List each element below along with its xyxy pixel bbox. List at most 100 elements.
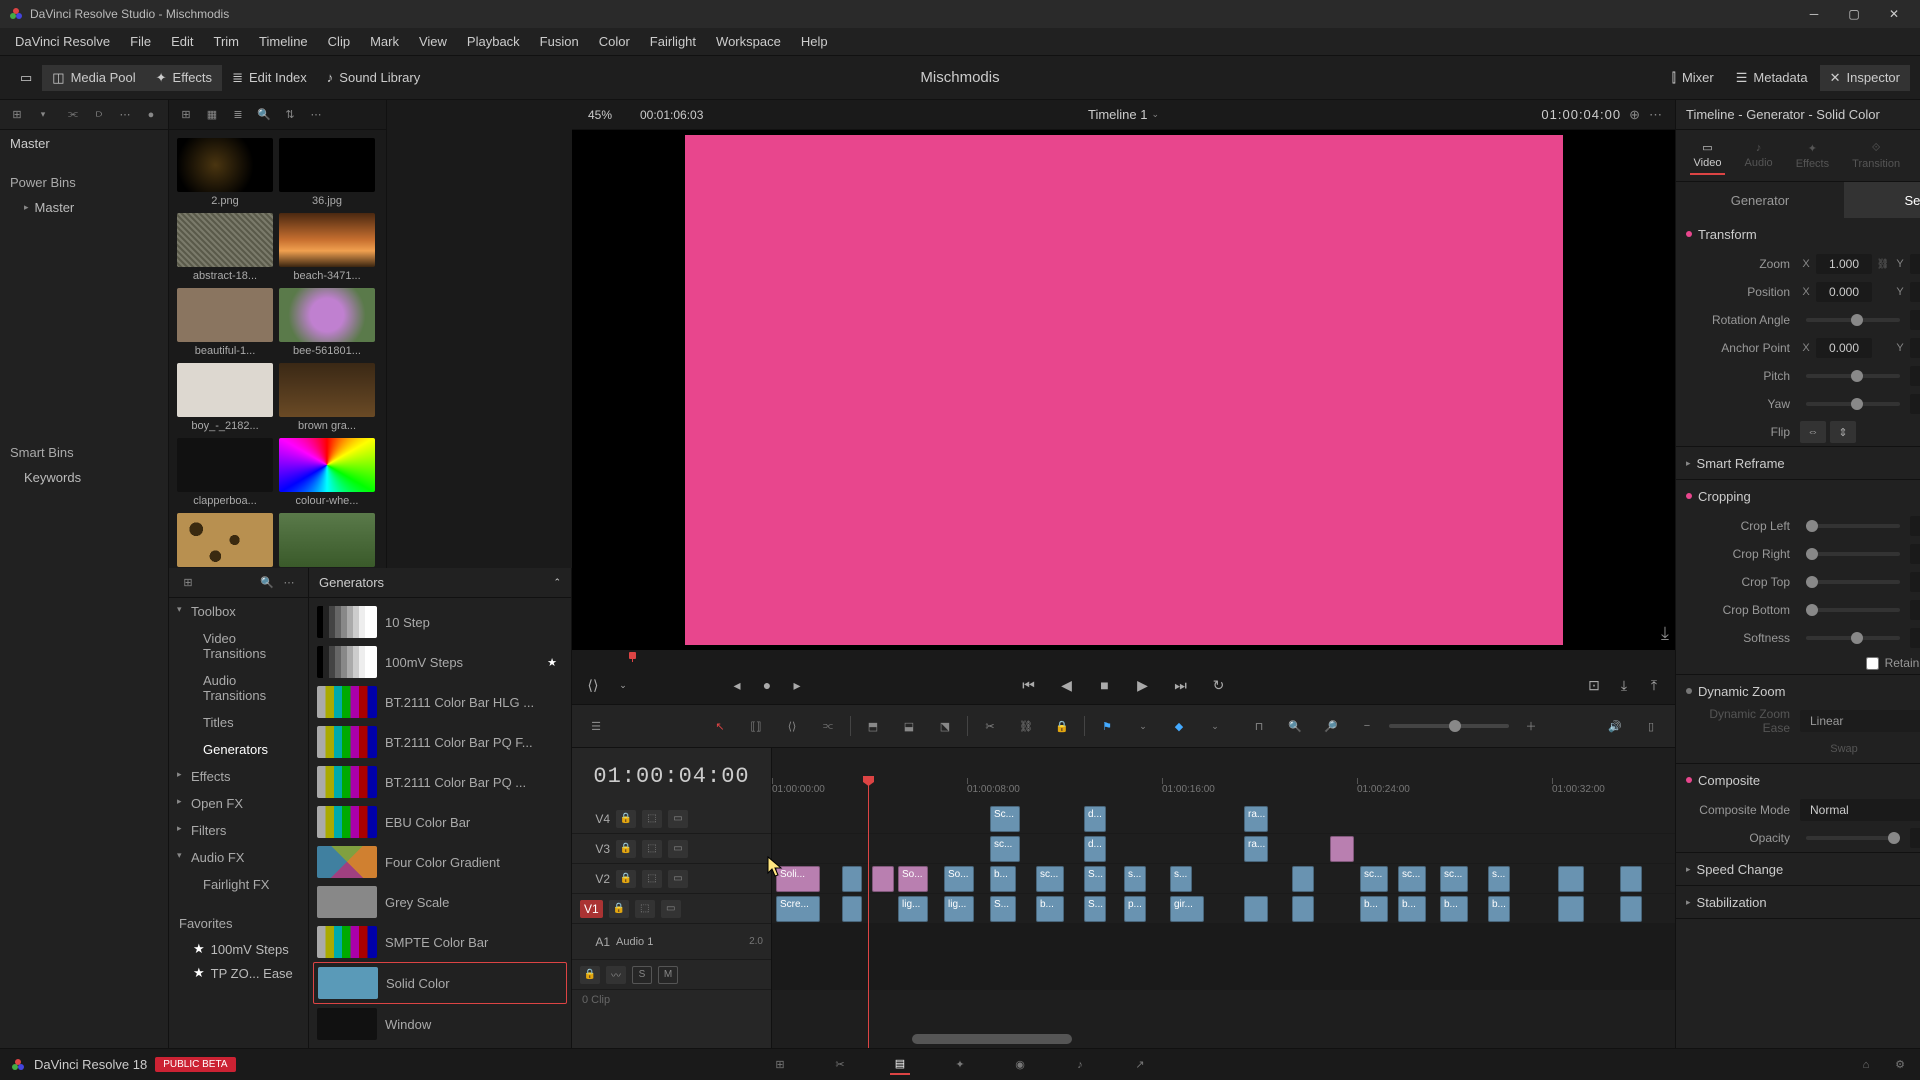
generator-item[interactable]: Grey Scale bbox=[313, 882, 567, 922]
clip[interactable] bbox=[1558, 866, 1584, 892]
crop-right-input[interactable] bbox=[1910, 544, 1920, 564]
lock-icon[interactable]: 🔒 bbox=[616, 840, 636, 858]
bin-dot-icon[interactable]: ● bbox=[140, 104, 162, 126]
transform-header[interactable]: Transform bbox=[1698, 227, 1757, 242]
speed-change-header[interactable]: Speed Change bbox=[1697, 862, 1784, 877]
grid-view-icon[interactable]: ⊞ bbox=[175, 104, 197, 126]
thumbnail[interactable]: boy_-_2182... bbox=[177, 363, 273, 432]
generator-item[interactable]: EBU Color Bar bbox=[313, 802, 567, 842]
yaw-input[interactable] bbox=[1910, 394, 1920, 414]
track-header-a1[interactable]: A1Audio 12.0 bbox=[572, 924, 771, 960]
clip[interactable]: s... bbox=[1170, 866, 1192, 892]
stabilization-header[interactable]: Stabilization bbox=[1697, 895, 1767, 910]
tc-more-icon[interactable]: ⋯ bbox=[1649, 107, 1663, 122]
thumbnail[interactable]: beautiful-1... bbox=[177, 288, 273, 357]
stop-button[interactable]: ■ bbox=[1092, 672, 1118, 698]
audio-curve-icon[interactable]: 〰 bbox=[606, 966, 626, 984]
edit-page-icon[interactable]: ▤ bbox=[890, 1055, 910, 1075]
thumbnail[interactable]: desert-471... bbox=[177, 513, 273, 568]
razor-icon[interactable]: ✂ bbox=[976, 712, 1004, 740]
effects-tab[interactable]: ✦Effects bbox=[146, 65, 222, 91]
deliver-page-icon[interactable]: ↗ bbox=[1130, 1055, 1150, 1075]
favorite-item[interactable]: ★100mV Steps bbox=[169, 937, 308, 961]
loop-button[interactable]: ↻ bbox=[1206, 672, 1232, 698]
section-dot-icon[interactable] bbox=[1686, 493, 1692, 499]
crop-bottom-slider[interactable] bbox=[1806, 608, 1900, 612]
bin-dropdown-icon[interactable]: ▾ bbox=[32, 104, 54, 126]
clip[interactable]: Soli... bbox=[776, 866, 820, 892]
clip[interactable]: ra... bbox=[1244, 806, 1268, 832]
clip[interactable]: S... bbox=[990, 896, 1016, 922]
collapse-icon[interactable]: ⌃ bbox=[553, 577, 561, 588]
clip[interactable]: Scre... bbox=[776, 896, 820, 922]
lock-icon[interactable]: 🔒 bbox=[616, 810, 636, 828]
inspector-tab-effects[interactable]: ✦Effects bbox=[1792, 138, 1833, 174]
audio-lock-icon[interactable]: 🔒 bbox=[580, 966, 600, 984]
metadata-tab[interactable]: ☰Metadata bbox=[1726, 65, 1818, 91]
softness-slider[interactable] bbox=[1806, 636, 1900, 640]
sort-icon[interactable]: ⇅ bbox=[279, 104, 301, 126]
master-bin[interactable]: Master bbox=[0, 130, 168, 157]
trim-tool[interactable]: ⟦⟧ bbox=[742, 712, 770, 740]
pitch-input[interactable] bbox=[1910, 366, 1920, 386]
timeline-body[interactable]: 01:00:00:0001:00:08:0001:00:16:0001:00:2… bbox=[772, 748, 1675, 1048]
fx-category[interactable]: Toolbox bbox=[169, 598, 308, 625]
jump-end-icon[interactable]: ⤓ bbox=[1661, 623, 1669, 644]
zoom-y-input[interactable] bbox=[1910, 254, 1920, 274]
crop-bottom-input[interactable] bbox=[1910, 600, 1920, 620]
auto-select[interactable]: ▭ bbox=[661, 900, 681, 918]
dynamic-trim-tool[interactable]: ⟨⟩ bbox=[778, 712, 806, 740]
fx-panel-icon[interactable]: ⊞ bbox=[177, 572, 199, 594]
snap-icon[interactable]: ⊓ bbox=[1245, 712, 1273, 740]
fx-category[interactable]: Open FX bbox=[169, 790, 308, 817]
thumbnail[interactable]: beach-3471... bbox=[279, 213, 375, 282]
generator-item[interactable]: 10 Step bbox=[313, 602, 567, 642]
menu-workspace[interactable]: Workspace bbox=[707, 30, 790, 53]
disable-track[interactable]: ⬚ bbox=[642, 810, 662, 828]
fx-category[interactable]: Filters bbox=[169, 817, 308, 844]
thumbnail[interactable]: abstract-18... bbox=[177, 213, 273, 282]
smart-reframe-header[interactable]: Smart Reframe bbox=[1697, 456, 1785, 471]
power-bin-master[interactable]: ▸Master bbox=[0, 196, 168, 219]
crop-right-slider[interactable] bbox=[1806, 552, 1900, 556]
in-out-icon[interactable]: ⟨⟩ bbox=[580, 672, 606, 698]
disable-track[interactable]: ⬚ bbox=[635, 900, 655, 918]
crop-left-input[interactable] bbox=[1910, 516, 1920, 536]
marker-dd[interactable]: ⌄ bbox=[1201, 712, 1229, 740]
marker-dot-icon[interactable]: ● bbox=[754, 672, 780, 698]
gear-icon[interactable]: ⚙ bbox=[1890, 1055, 1910, 1075]
first-frame-button[interactable]: ⏮ bbox=[1016, 672, 1042, 698]
thumbnail[interactable]: colour-whe... bbox=[279, 438, 375, 507]
solo-button[interactable]: S bbox=[632, 966, 652, 984]
clip[interactable]: b... bbox=[1360, 896, 1388, 922]
next-edit-icon[interactable]: ▸ bbox=[784, 672, 810, 698]
thumbnail[interactable]: brown gra... bbox=[279, 363, 375, 432]
zoom-slider[interactable] bbox=[1389, 724, 1509, 728]
menu-file[interactable]: File bbox=[121, 30, 160, 53]
clip[interactable]: ra... bbox=[1244, 836, 1268, 862]
list-view-icon[interactable]: ≣ bbox=[227, 104, 249, 126]
flag-icon[interactable]: ⚑ bbox=[1093, 712, 1121, 740]
menu-app[interactable]: DaVinci Resolve bbox=[6, 30, 119, 53]
section-dot-icon[interactable] bbox=[1686, 231, 1692, 237]
zoom-x-input[interactable] bbox=[1816, 254, 1872, 274]
dynamic-zoom-header[interactable]: Dynamic Zoom bbox=[1698, 684, 1785, 699]
favorite-item[interactable]: ★TP ZO... Ease bbox=[169, 961, 308, 985]
clip[interactable]: sc... bbox=[1398, 866, 1426, 892]
crop-top-slider[interactable] bbox=[1806, 580, 1900, 584]
rotation-slider[interactable] bbox=[1806, 318, 1900, 322]
media-page-icon[interactable]: ⊞ bbox=[770, 1055, 790, 1075]
flag-dd[interactable]: ⌄ bbox=[1129, 712, 1157, 740]
link-icon[interactable]: ⛓ bbox=[1876, 259, 1890, 270]
timeline-view-opts[interactable]: ☰ bbox=[582, 712, 610, 740]
menu-clip[interactable]: Clip bbox=[319, 30, 359, 53]
clip[interactable]: Sc... bbox=[990, 806, 1020, 832]
track-header-v3[interactable]: V3🔒⬚▭ bbox=[572, 834, 771, 864]
media-pool-tab[interactable]: ◫Media Pool bbox=[42, 65, 145, 91]
settings-subtab[interactable]: Settings bbox=[1844, 182, 1920, 218]
smart-bin-keywords[interactable]: Keywords bbox=[0, 466, 168, 489]
go-end-icon[interactable]: ⤓ bbox=[1611, 672, 1637, 698]
thumbnail[interactable]: clapperboa... bbox=[177, 438, 273, 507]
anchor-y-input[interactable] bbox=[1910, 338, 1920, 358]
clip[interactable]: lig... bbox=[944, 896, 974, 922]
